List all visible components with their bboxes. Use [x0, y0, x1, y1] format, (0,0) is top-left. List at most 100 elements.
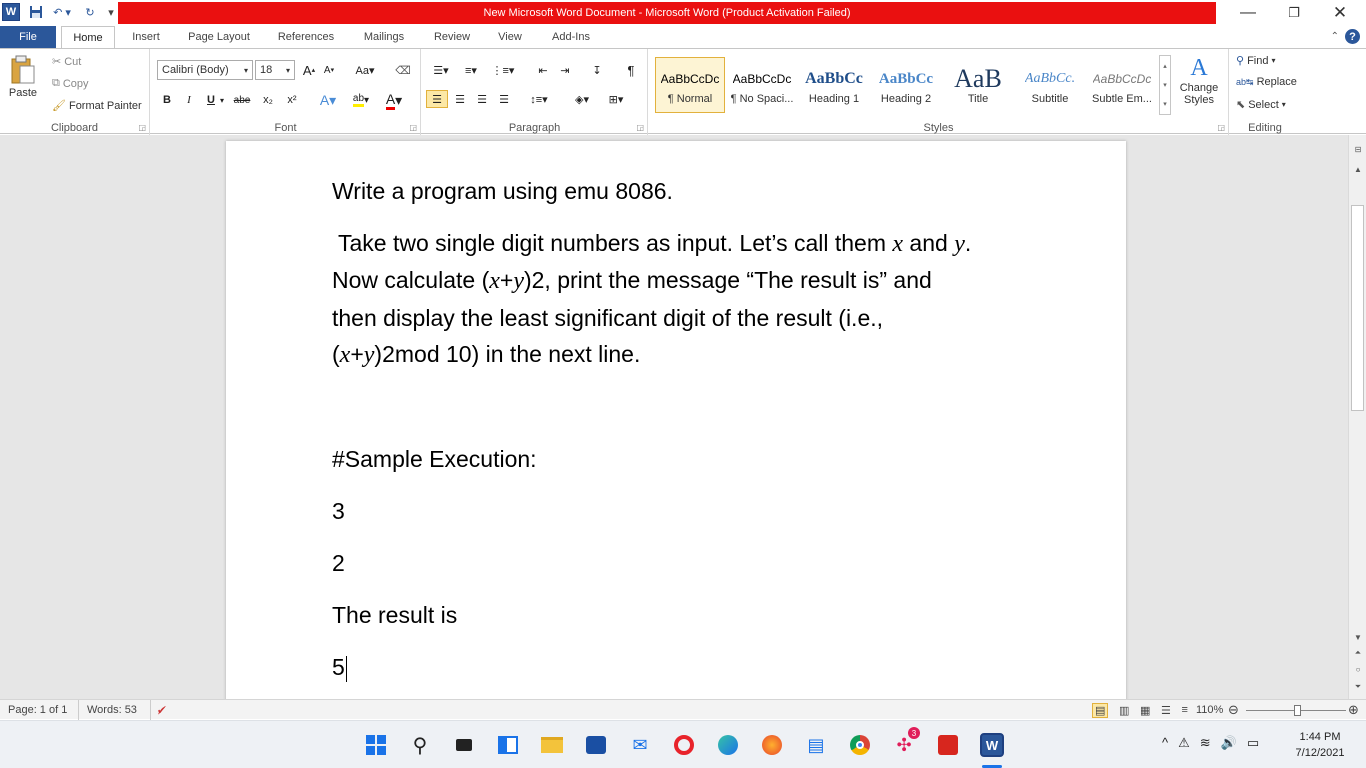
paste-button[interactable]: Paste	[6, 55, 40, 113]
doc-line-2[interactable]: Take two single digit numbers as input. …	[332, 225, 971, 263]
sample-line[interactable]: The result is	[332, 597, 457, 634]
clipboard-launcher-icon[interactable]: ◲	[138, 123, 146, 132]
bullets-icon[interactable]: ☰▾	[428, 61, 454, 79]
notepad-icon[interactable]: ▤	[804, 733, 828, 757]
style-normal[interactable]: AaBbCcDc ¶ Normal	[655, 57, 725, 113]
underline-dropdown-icon[interactable]: ▾	[217, 91, 227, 109]
font-name-dropdown[interactable]: Calibri (Body) ▾	[157, 60, 253, 80]
cut-button[interactable]: ✂ Cut	[52, 55, 81, 69]
document-area[interactable]: Write a program using emu 8086. Take two…	[0, 135, 1348, 699]
doc-line-1[interactable]: Write a program using emu 8086.	[332, 173, 673, 210]
scroll-down-icon[interactable]: ▼	[1352, 633, 1364, 642]
shading-icon[interactable]: ◈▾	[568, 90, 596, 108]
tab-references[interactable]: References	[270, 26, 342, 48]
text-effects-icon[interactable]: A▾	[317, 91, 339, 109]
wifi-icon[interactable]: ≋	[1200, 735, 1211, 751]
chevron-up-icon[interactable]: ▴	[1163, 62, 1167, 70]
tab-view[interactable]: View	[490, 26, 530, 48]
close-button[interactable]: ✕	[1317, 0, 1363, 26]
browse-object-icon[interactable]: ○	[1352, 665, 1364, 674]
widgets-icon[interactable]	[496, 733, 520, 757]
chevron-down-icon[interactable]: ▾	[1163, 81, 1167, 89]
style-no-spacing[interactable]: AaBbCcDc ¶ No Spaci...	[727, 57, 797, 113]
numbering-icon[interactable]: ≡▾	[458, 61, 484, 79]
word-logo-icon[interactable]: W	[2, 3, 20, 21]
chevron-up-icon[interactable]: ^	[1162, 735, 1168, 751]
zoom-slider[interactable]	[1246, 700, 1346, 720]
previous-page-icon[interactable]: ⏶	[1352, 648, 1364, 658]
network-error-icon[interactable]: ⚠	[1178, 735, 1190, 751]
superscript-button[interactable]: x²	[283, 91, 301, 109]
borders-icon[interactable]: ⊞▾	[602, 90, 630, 108]
print-layout-icon[interactable]: ▤	[1092, 702, 1109, 718]
start-icon[interactable]	[364, 733, 388, 757]
proofing-icon[interactable]: ✔̸	[150, 700, 166, 720]
font-color-icon[interactable]: A ▾	[381, 91, 407, 110]
word-count[interactable]: Words: 53	[78, 700, 137, 720]
doc-line-5[interactable]: (x+y)2mod 10) in the next line.	[332, 336, 640, 374]
multilevel-list-icon[interactable]: ⋮≡▾	[488, 61, 518, 79]
subscript-button[interactable]: x₂	[259, 91, 277, 109]
tab-review[interactable]: Review	[426, 26, 478, 48]
bold-button[interactable]: B	[159, 91, 175, 109]
page-count[interactable]: Page: 1 of 1	[8, 700, 67, 720]
slack-icon[interactable]: ✣ 3	[892, 727, 920, 757]
grow-font-button[interactable]: A ▴	[301, 61, 317, 79]
decrease-indent-icon[interactable]: ⇤	[534, 61, 552, 79]
italic-button[interactable]: I	[181, 91, 197, 109]
align-left-icon[interactable]: ☰	[426, 90, 448, 108]
edge-icon[interactable]	[716, 733, 740, 757]
document-page[interactable]: Write a program using emu 8086. Take two…	[226, 141, 1126, 699]
minimize-button[interactable]: —	[1225, 0, 1271, 26]
chrome-icon[interactable]	[848, 733, 872, 757]
font-size-dropdown[interactable]: 18 ▾	[255, 60, 295, 80]
zoom-level[interactable]: 110%	[1196, 700, 1223, 720]
sample-line-last[interactable]: 5	[332, 649, 347, 686]
style-heading-2[interactable]: AaBbCc Heading 2	[871, 57, 941, 113]
clock[interactable]: 1:44 PM 7/12/2021	[1280, 729, 1360, 761]
save-icon[interactable]	[27, 3, 45, 21]
highlight-icon[interactable]: ab ▾	[347, 91, 375, 109]
font-launcher-icon[interactable]: ◲	[409, 123, 417, 132]
replace-button[interactable]: ab↹ Replace	[1236, 76, 1297, 88]
scroll-up-icon[interactable]: ▲	[1352, 165, 1364, 174]
styles-scroll[interactable]: ▴ ▾ ▾	[1159, 55, 1171, 115]
zoom-in-icon[interactable]: ⊕	[1348, 700, 1359, 720]
outline-icon[interactable]: ☰	[1161, 704, 1171, 717]
word-taskbar-icon[interactable]: W	[980, 733, 1004, 757]
tab-insert[interactable]: Insert	[124, 26, 168, 48]
copy-button[interactable]: ⧉ Copy	[52, 77, 89, 90]
sample-line[interactable]: 2	[332, 545, 345, 582]
collapse-ribbon-icon[interactable]: ⌃	[1331, 31, 1339, 42]
help-icon[interactable]: ?	[1345, 29, 1360, 44]
scroll-thumb[interactable]	[1351, 205, 1364, 411]
change-case-button[interactable]: Aa▾	[353, 61, 377, 79]
style-heading-1[interactable]: AaBbCc Heading 1	[799, 57, 869, 113]
zoom-slider-thumb[interactable]	[1294, 704, 1301, 716]
style-subtle-emphasis[interactable]: AaBbCcDc Subtle Em...	[1087, 57, 1157, 113]
increase-indent-icon[interactable]: ⇥	[556, 61, 574, 79]
tab-home[interactable]: Home	[61, 26, 115, 49]
task-view-icon[interactable]	[452, 733, 476, 757]
acrobat-icon[interactable]	[936, 733, 960, 757]
more-icon[interactable]: ▾	[1163, 100, 1167, 108]
justify-icon[interactable]: ☰	[494, 90, 514, 108]
strikethrough-button[interactable]: abe	[231, 91, 253, 109]
draft-icon[interactable]: ≡	[1182, 704, 1188, 716]
pilcrow-icon[interactable]: ¶	[622, 61, 640, 79]
redo-icon[interactable]: ↻	[80, 3, 100, 21]
battery-icon[interactable]: ▭	[1247, 735, 1259, 751]
search-icon[interactable]: ⚲	[408, 733, 432, 757]
style-title[interactable]: AaB Title	[943, 57, 1013, 113]
sample-line[interactable]: 3	[332, 493, 345, 530]
file-explorer-icon[interactable]	[540, 733, 564, 757]
sample-heading[interactable]: #Sample Execution:	[332, 441, 537, 478]
vertical-scrollbar[interactable]: ⊟ ▲ ▼ ⏶ ○ ⏷	[1348, 135, 1366, 699]
full-screen-reading-icon[interactable]: ▥	[1119, 704, 1129, 717]
clear-formatting-icon[interactable]: ⌫	[393, 61, 413, 79]
style-subtitle[interactable]: AaBbCc. Subtitle	[1015, 57, 1085, 113]
opera-icon[interactable]	[672, 733, 696, 757]
find-button[interactable]: ⚲ Find ▾	[1236, 54, 1275, 68]
styles-launcher-icon[interactable]: ◲	[1217, 123, 1225, 132]
format-painter-button[interactable]: 🖌 Format Painter	[52, 99, 142, 113]
